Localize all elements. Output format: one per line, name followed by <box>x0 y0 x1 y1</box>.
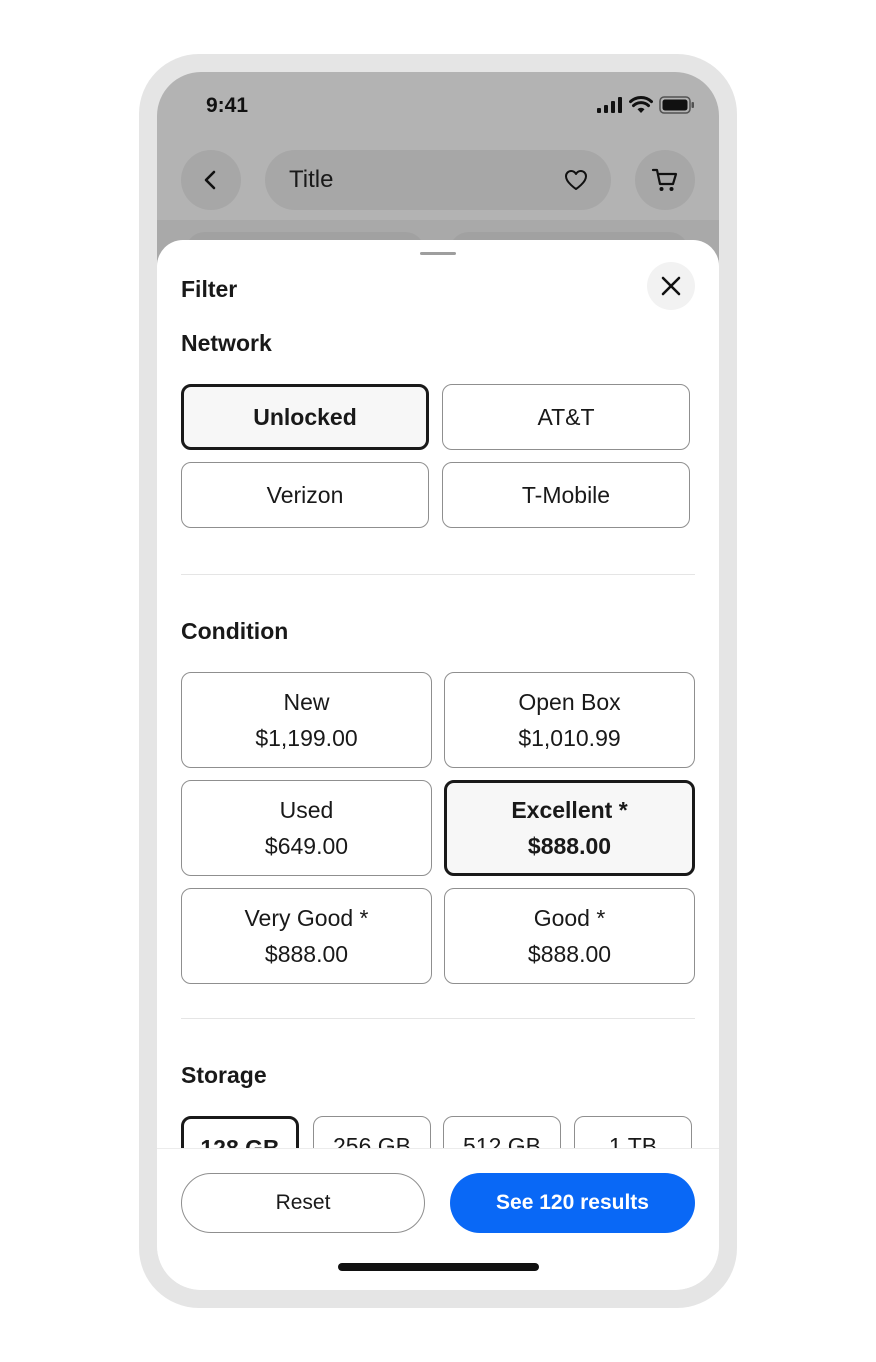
option-label: 256 GB <box>333 1133 411 1148</box>
reset-button[interactable]: Reset <box>181 1173 425 1233</box>
option-label: AT&T <box>537 404 595 430</box>
condition-option-new[interactable]: New $1,199.00 <box>181 672 432 768</box>
status-time: 9:41 <box>206 94 249 117</box>
option-price: $888.00 <box>527 941 612 967</box>
storage-option-256gb[interactable]: 256 GB <box>313 1116 431 1148</box>
header-title: Title <box>289 166 334 193</box>
option-label: 1 TB <box>608 1133 658 1148</box>
storage-heading: Storage <box>181 1062 267 1088</box>
option-price: $649.00 <box>264 833 349 859</box>
screen: 9:41 Title Filter Network Unlocked AT&T … <box>157 72 719 1290</box>
status-icons <box>597 96 695 114</box>
option-label: T-Mobile <box>521 482 611 508</box>
option-label: New <box>283 689 330 715</box>
heart-icon[interactable] <box>563 168 589 192</box>
section-divider <box>181 574 695 575</box>
network-option-t-mobile[interactable]: T-Mobile <box>442 462 690 528</box>
network-option-unlocked[interactable]: Unlocked <box>181 384 429 450</box>
condition-option-used[interactable]: Used $649.00 <box>181 780 432 876</box>
option-label: Unlocked <box>253 404 357 430</box>
option-label: Verizon <box>266 482 344 508</box>
storage-options-scroll[interactable]: 128 GB 256 GB 512 GB 1 TB <box>181 1116 695 1148</box>
section-divider <box>181 1018 695 1019</box>
storage-option-512gb[interactable]: 512 GB <box>443 1116 561 1148</box>
network-option-verizon[interactable]: Verizon <box>181 462 429 528</box>
option-price: $888.00 <box>264 941 349 967</box>
option-label: 512 GB <box>463 1133 541 1148</box>
wifi-icon <box>629 96 653 113</box>
cart-icon <box>651 168 678 191</box>
storage-option-128gb[interactable]: 128 GB <box>181 1116 299 1148</box>
option-label: 128 GB <box>200 1135 280 1148</box>
back-button[interactable] <box>181 150 241 210</box>
condition-option-very-good[interactable]: Very Good * $888.00 <box>181 888 432 984</box>
network-heading: Network <box>181 330 272 356</box>
option-label: Used <box>279 797 334 823</box>
cellular-signal-icon <box>597 97 622 113</box>
storage-option-1tb[interactable]: 1 TB <box>574 1116 692 1148</box>
option-price: $1,199.00 <box>255 725 358 751</box>
sheet-footer: Reset See 120 results <box>157 1148 719 1290</box>
see-results-button[interactable]: See 120 results <box>450 1173 695 1233</box>
close-button[interactable] <box>647 262 695 310</box>
condition-heading: Condition <box>181 618 289 644</box>
condition-option-open-box[interactable]: Open Box $1,010.99 <box>444 672 695 768</box>
condition-option-excellent[interactable]: Excellent * $888.00 <box>444 780 695 876</box>
option-label: Good * <box>533 905 606 931</box>
battery-icon <box>659 96 694 114</box>
option-label: Very Good * <box>244 905 369 931</box>
option-label: Open Box <box>518 689 621 715</box>
title-search-pill[interactable]: Title <box>265 150 611 210</box>
condition-option-good[interactable]: Good * $888.00 <box>444 888 695 984</box>
close-icon <box>661 276 681 296</box>
sheet-title: Filter <box>181 276 238 302</box>
cart-button[interactable] <box>635 150 695 210</box>
sheet-grabber[interactable] <box>420 252 456 255</box>
option-price: $888.00 <box>527 833 612 859</box>
option-label: Excellent * <box>511 797 628 823</box>
filter-sheet: Filter Network Unlocked AT&T Verizon T-M… <box>157 240 719 1290</box>
home-indicator[interactable] <box>338 1263 539 1271</box>
chevron-left-icon <box>204 170 216 190</box>
option-price: $1,010.99 <box>518 725 621 751</box>
network-option-att[interactable]: AT&T <box>442 384 690 450</box>
